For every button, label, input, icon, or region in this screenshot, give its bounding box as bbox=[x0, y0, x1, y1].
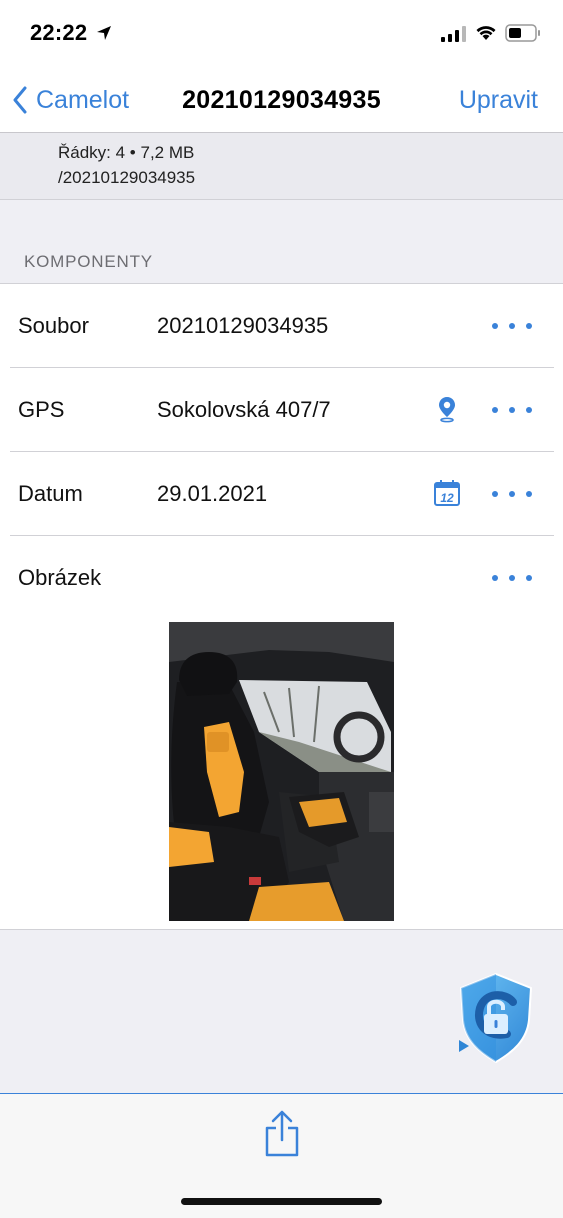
more-icon-dot bbox=[526, 491, 532, 497]
row-date[interactable]: Datum 29.01.2021 12 bbox=[0, 452, 563, 536]
calendar-day: 12 bbox=[440, 491, 454, 505]
more-button[interactable] bbox=[492, 482, 532, 506]
section-header-components: KOMPONENTY bbox=[24, 252, 153, 271]
file-info-panel: Řádky: 4 • 7,2 MB /20210129034935 bbox=[0, 133, 563, 200]
more-icon-dot bbox=[509, 491, 515, 497]
more-icon-dot bbox=[526, 575, 532, 581]
more-icon-dot bbox=[492, 575, 498, 581]
row-file[interactable]: Soubor 20210129034935 bbox=[0, 284, 563, 368]
lock-shield-icon[interactable] bbox=[455, 970, 537, 1066]
location-pin-icon[interactable] bbox=[437, 395, 457, 423]
status-time: 22:22 bbox=[30, 20, 88, 45]
location-arrow-icon bbox=[97, 26, 111, 40]
row-value: 20210129034935 bbox=[157, 313, 329, 338]
wifi-icon bbox=[476, 26, 496, 40]
more-button[interactable] bbox=[492, 398, 532, 422]
more-icon-dot bbox=[526, 407, 532, 413]
navigation-bar: Camelot 20210129034935 Upravit bbox=[0, 66, 563, 133]
row-value: 29.01.2021 bbox=[157, 481, 268, 506]
more-icon-dot bbox=[492, 491, 498, 497]
file-stats: Řádky: 4 • 7,2 MB bbox=[58, 143, 195, 162]
calendar-icon[interactable]: 12 bbox=[433, 479, 461, 507]
more-icon-dot bbox=[492, 407, 498, 413]
more-icon-dot bbox=[509, 575, 515, 581]
file-path: /20210129034935 bbox=[58, 168, 196, 187]
row-image[interactable]: Obrázek bbox=[0, 536, 563, 620]
status-bar: 22:22 bbox=[0, 0, 563, 66]
row-value: Sokolovská 407/7 bbox=[157, 397, 331, 422]
battery-icon bbox=[505, 24, 540, 42]
home-indicator bbox=[181, 1198, 382, 1205]
row-gps[interactable]: GPS Sokolovská 407/7 bbox=[0, 368, 563, 452]
more-button[interactable] bbox=[492, 314, 532, 338]
more-icon-dot bbox=[492, 323, 498, 329]
edit-button[interactable]: Upravit bbox=[459, 86, 538, 115]
more-button[interactable] bbox=[492, 566, 532, 590]
share-icon[interactable] bbox=[262, 1110, 302, 1158]
components-list: Soubor 20210129034935 GPS Sokolovská 407… bbox=[0, 283, 563, 930]
image-thumbnail[interactable] bbox=[169, 622, 394, 921]
row-label: Obrázek bbox=[18, 565, 102, 590]
row-label: Datum bbox=[18, 481, 83, 506]
row-label: Soubor bbox=[18, 313, 89, 338]
cellular-signal-icon bbox=[441, 26, 466, 42]
car-interior-photo bbox=[169, 622, 394, 921]
row-label: GPS bbox=[18, 397, 65, 422]
more-icon-dot bbox=[509, 407, 515, 413]
more-icon-dot bbox=[526, 323, 532, 329]
more-icon-dot bbox=[509, 323, 515, 329]
